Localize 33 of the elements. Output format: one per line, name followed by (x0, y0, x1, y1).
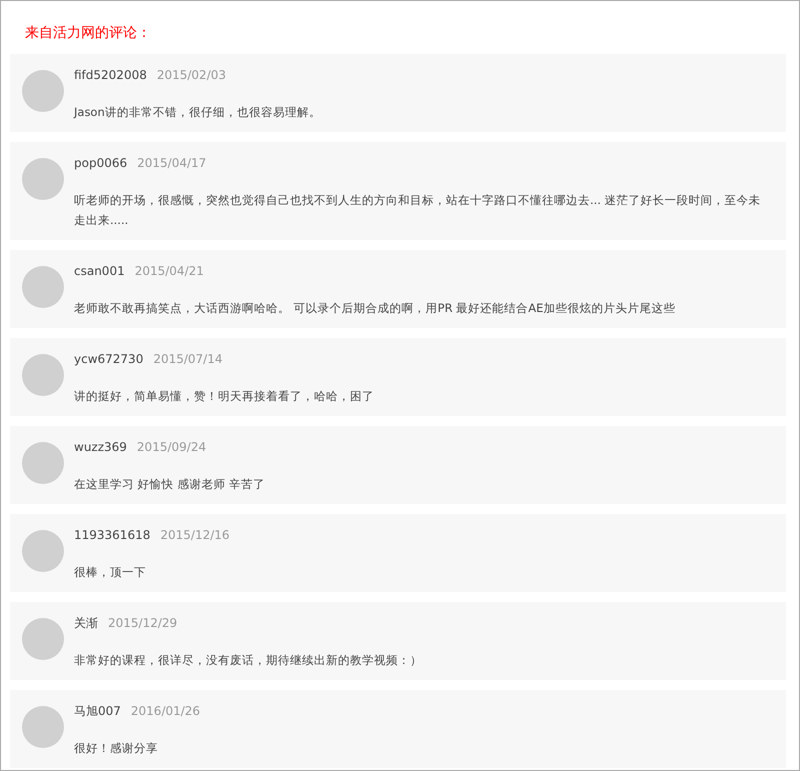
comment-date: 2015/04/21 (134, 263, 204, 280)
username: csan001 (74, 263, 125, 280)
username: 马旭007 (74, 703, 121, 720)
username: 1193361618 (74, 527, 150, 544)
comment-text: Jason讲的非常不错，很仔细，也很容易理解。 (74, 104, 321, 121)
comment-date: 2015/12/29 (108, 615, 178, 632)
avatar-icon (22, 354, 64, 396)
comment-text: 很好！感谢分享 (74, 740, 159, 757)
section-heading: 来自活力网的评论： (25, 24, 152, 43)
username: fifd5202008 (74, 67, 147, 84)
comment-text: 非常好的课程，很详尽，没有废话，期待继续出新的教学视频：） (74, 652, 422, 669)
username: pop0066 (74, 155, 128, 172)
comment-date: 2016/01/26 (130, 703, 200, 720)
avatar-icon (22, 266, 64, 308)
comment-date: 2015/12/16 (160, 527, 230, 544)
comment-text: 老师敢不敢再搞笑点，大话西游啊哈哈。 可以录个后期合成的啊，用PR 最好还能结合AE加些很炫的片头片尾这些 (74, 300, 676, 317)
avatar-icon (22, 70, 64, 112)
username: ycw672730 (74, 351, 144, 368)
avatar-icon (22, 158, 64, 200)
avatar-icon (22, 442, 64, 484)
username: wuzz369 (74, 439, 127, 456)
comment-text: 讲的挺好，简单易懂，赞！明天再接着看了，哈哈，困了 (74, 388, 374, 405)
avatar-icon (22, 706, 64, 748)
comment-date: 2015/02/03 (156, 67, 226, 84)
avatar-icon (22, 618, 64, 660)
comment-text: 听老师的开场，很感慨，突然也觉得自己也找不到人生的方向和目标，站在十字路口不懂往哪边去... 迷茫了好长一段时间，至今未走出来..... (74, 192, 762, 229)
comment-date: 2015/09/24 (136, 439, 206, 456)
comment-date: 2015/04/17 (137, 155, 206, 172)
comment-date: 2015/07/14 (153, 351, 222, 368)
avatar-icon (22, 530, 64, 572)
comment-text: 很棒，顶一下 (74, 564, 147, 581)
username: 关渐 (74, 615, 98, 632)
comment-text: 在这里学习 好愉快 感谢老师 辛苦了 (74, 476, 265, 493)
